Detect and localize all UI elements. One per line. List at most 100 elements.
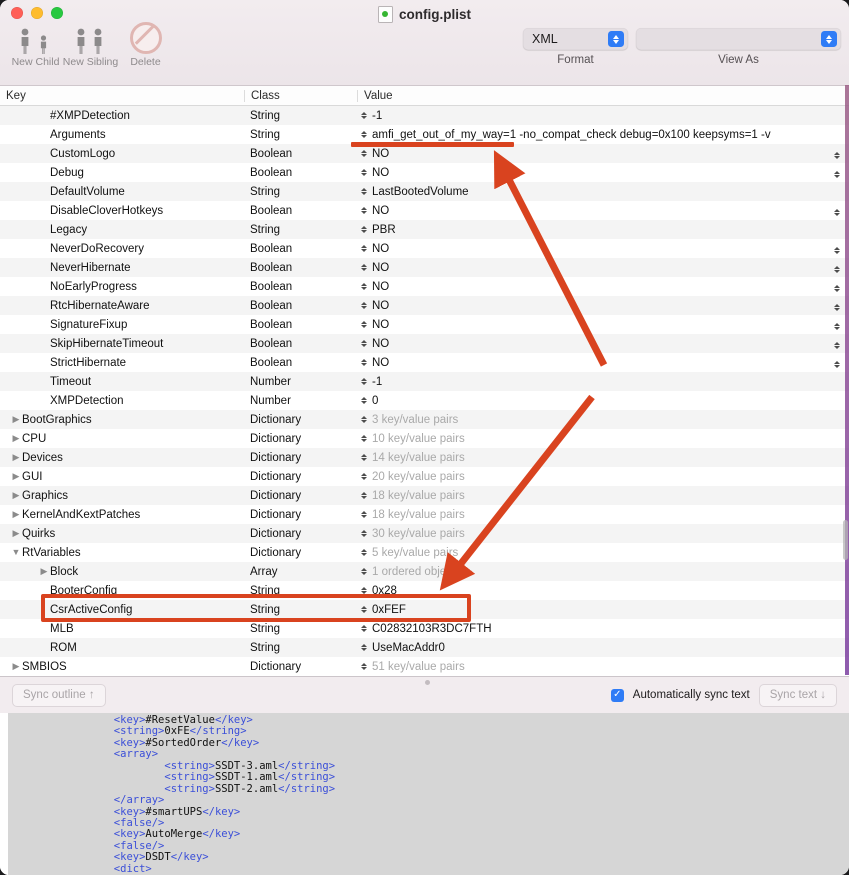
value-type-stepper-icon[interactable] <box>361 340 367 347</box>
row-value-cell[interactable]: 30 key/value pairs <box>357 528 849 540</box>
table-row[interactable]: Arguments String amfi_get_out_of_my_way=1 … <box>0 125 849 144</box>
table-row[interactable]: ▶ GUI Dictionary 20 key/value pairs <box>0 467 849 486</box>
sync-outline-button[interactable]: Sync outline ↑ <box>12 683 106 707</box>
row-value-cell[interactable]: PBR <box>357 224 849 236</box>
value-type-stepper-icon[interactable] <box>361 530 367 537</box>
chevron-right-icon[interactable]: ▶ <box>10 472 22 481</box>
boolean-value-stepper-icon[interactable] <box>834 360 840 368</box>
value-type-stepper-icon[interactable] <box>361 112 367 119</box>
row-value-cell[interactable]: LastBootedVolume <box>357 186 849 198</box>
boolean-value-stepper-icon[interactable] <box>834 151 840 159</box>
auto-sync-label[interactable]: Automatically sync text <box>633 689 750 701</box>
table-row[interactable]: NeverDoRecovery Boolean NO <box>0 239 849 258</box>
chevron-right-icon[interactable]: ▶ <box>10 491 22 500</box>
table-row[interactable]: ▼ RtVariables Dictionary 5 key/value pairs <box>0 543 849 562</box>
table-row[interactable]: #XMPDetection String -1 <box>0 106 849 125</box>
boolean-value-stepper-icon[interactable] <box>834 341 840 349</box>
table-row[interactable]: SkipHibernateTimeout Boolean NO <box>0 334 849 353</box>
table-row[interactable]: NoEarlyProgress Boolean NO <box>0 277 849 296</box>
row-value-cell[interactable]: 0 <box>357 395 849 407</box>
table-row[interactable]: Timeout Number -1 <box>0 372 849 391</box>
new-sibling-button[interactable]: New Sibling <box>63 26 118 68</box>
value-type-stepper-icon[interactable] <box>361 435 367 442</box>
row-value-cell[interactable]: 0xFEF <box>357 604 849 616</box>
value-type-stepper-icon[interactable] <box>361 264 367 271</box>
chevron-right-icon[interactable]: ▶ <box>10 415 22 424</box>
new-child-button[interactable]: New Child <box>8 26 63 68</box>
row-value-cell[interactable]: 5 key/value pairs <box>357 547 849 559</box>
chevron-right-icon[interactable]: ▶ <box>38 567 50 576</box>
row-value-cell[interactable]: 1 ordered object <box>357 566 849 578</box>
table-row[interactable]: XMPDetection Number 0 <box>0 391 849 410</box>
row-value-cell[interactable]: UseMacAddr0 <box>357 642 849 654</box>
boolean-value-stepper-icon[interactable] <box>834 322 840 330</box>
row-value-cell[interactable]: 14 key/value pairs <box>357 452 849 464</box>
chevron-right-icon[interactable]: ▶ <box>10 662 22 671</box>
value-type-stepper-icon[interactable] <box>361 245 367 252</box>
row-value-cell[interactable]: 10 key/value pairs <box>357 433 849 445</box>
value-type-stepper-icon[interactable] <box>361 644 367 651</box>
value-type-stepper-icon[interactable] <box>361 606 367 613</box>
value-type-stepper-icon[interactable] <box>361 511 367 518</box>
value-type-stepper-icon[interactable] <box>361 416 367 423</box>
table-row[interactable]: CsrActiveConfig String 0xFEF <box>0 600 849 619</box>
format-popup-button[interactable]: XML <box>523 28 628 50</box>
table-row[interactable]: DisableCloverHotkeys Boolean NO <box>0 201 849 220</box>
table-row[interactable]: MLB String C02832103R3DC7FTH <box>0 619 849 638</box>
table-row[interactable]: BooterConfig String 0x28 <box>0 581 849 600</box>
value-type-stepper-icon[interactable] <box>361 302 367 309</box>
row-value-cell[interactable]: -1 <box>357 376 849 388</box>
table-row[interactable]: StrictHibernate Boolean NO <box>0 353 849 372</box>
row-value-cell[interactable]: NO <box>357 243 849 255</box>
value-type-stepper-icon[interactable] <box>361 663 367 670</box>
row-value-cell[interactable]: NO <box>357 167 849 179</box>
table-row[interactable]: Legacy String PBR <box>0 220 849 239</box>
row-value-cell[interactable]: NO <box>357 205 849 217</box>
table-row[interactable]: ▶ Quirks Dictionary 30 key/value pairs <box>0 524 849 543</box>
table-row[interactable]: ▶ Block Array 1 ordered object <box>0 562 849 581</box>
value-type-stepper-icon[interactable] <box>361 378 367 385</box>
row-value-cell[interactable]: -1 <box>357 110 849 122</box>
table-row[interactable]: RtcHibernateAware Boolean NO <box>0 296 849 315</box>
row-value-cell[interactable]: NO <box>357 281 849 293</box>
delete-button[interactable]: Delete <box>118 22 173 68</box>
row-value-cell[interactable]: 51 key/value pairs <box>357 661 849 673</box>
row-value-cell[interactable]: 20 key/value pairs <box>357 471 849 483</box>
value-type-stepper-icon[interactable] <box>361 587 367 594</box>
value-type-stepper-icon[interactable] <box>361 454 367 461</box>
table-row[interactable]: SignatureFixup Boolean NO <box>0 315 849 334</box>
value-type-stepper-icon[interactable] <box>361 150 367 157</box>
auto-sync-checkbox[interactable]: ✓ <box>610 688 624 702</box>
value-type-stepper-icon[interactable] <box>361 321 367 328</box>
table-row[interactable]: Debug Boolean NO <box>0 163 849 182</box>
chevron-down-icon[interactable]: ▼ <box>10 548 22 557</box>
value-type-stepper-icon[interactable] <box>361 188 367 195</box>
boolean-value-stepper-icon[interactable] <box>834 208 840 216</box>
value-type-stepper-icon[interactable] <box>361 473 367 480</box>
value-type-stepper-icon[interactable] <box>361 568 367 575</box>
chevron-right-icon[interactable]: ▶ <box>10 453 22 462</box>
plist-outline-table[interactable]: #XMPDetection String -1 Arguments String amfi… <box>0 106 849 676</box>
row-value-cell[interactable]: NO <box>357 262 849 274</box>
boolean-value-stepper-icon[interactable] <box>834 284 840 292</box>
table-row[interactable]: ▶ SMBIOS Dictionary 51 key/value pairs <box>0 657 849 676</box>
xml-source-editor[interactable]: <key>#ResetValue</key> <string>0xFE</str… <box>0 713 849 875</box>
row-value-cell[interactable]: 3 key/value pairs <box>357 414 849 426</box>
value-type-stepper-icon[interactable] <box>361 397 367 404</box>
value-type-stepper-icon[interactable] <box>361 492 367 499</box>
outline-vertical-scrollbar[interactable] <box>843 520 848 560</box>
value-type-stepper-icon[interactable] <box>361 625 367 632</box>
value-type-stepper-icon[interactable] <box>361 169 367 176</box>
table-row[interactable]: DefaultVolume String LastBootedVolume <box>0 182 849 201</box>
column-header-key[interactable]: Key <box>0 90 244 102</box>
split-handle[interactable] <box>424 680 430 685</box>
value-type-stepper-icon[interactable] <box>361 131 367 138</box>
boolean-value-stepper-icon[interactable] <box>834 265 840 273</box>
table-row[interactable]: ▶ CPU Dictionary 10 key/value pairs <box>0 429 849 448</box>
table-row[interactable]: ▶ Graphics Dictionary 18 key/value pairs <box>0 486 849 505</box>
table-row[interactable]: ▶ Devices Dictionary 14 key/value pairs <box>0 448 849 467</box>
row-value-cell[interactable]: NO <box>357 338 849 350</box>
row-value-cell[interactable]: NO <box>357 300 849 312</box>
value-type-stepper-icon[interactable] <box>361 283 367 290</box>
table-row[interactable]: ROM String UseMacAddr0 <box>0 638 849 657</box>
